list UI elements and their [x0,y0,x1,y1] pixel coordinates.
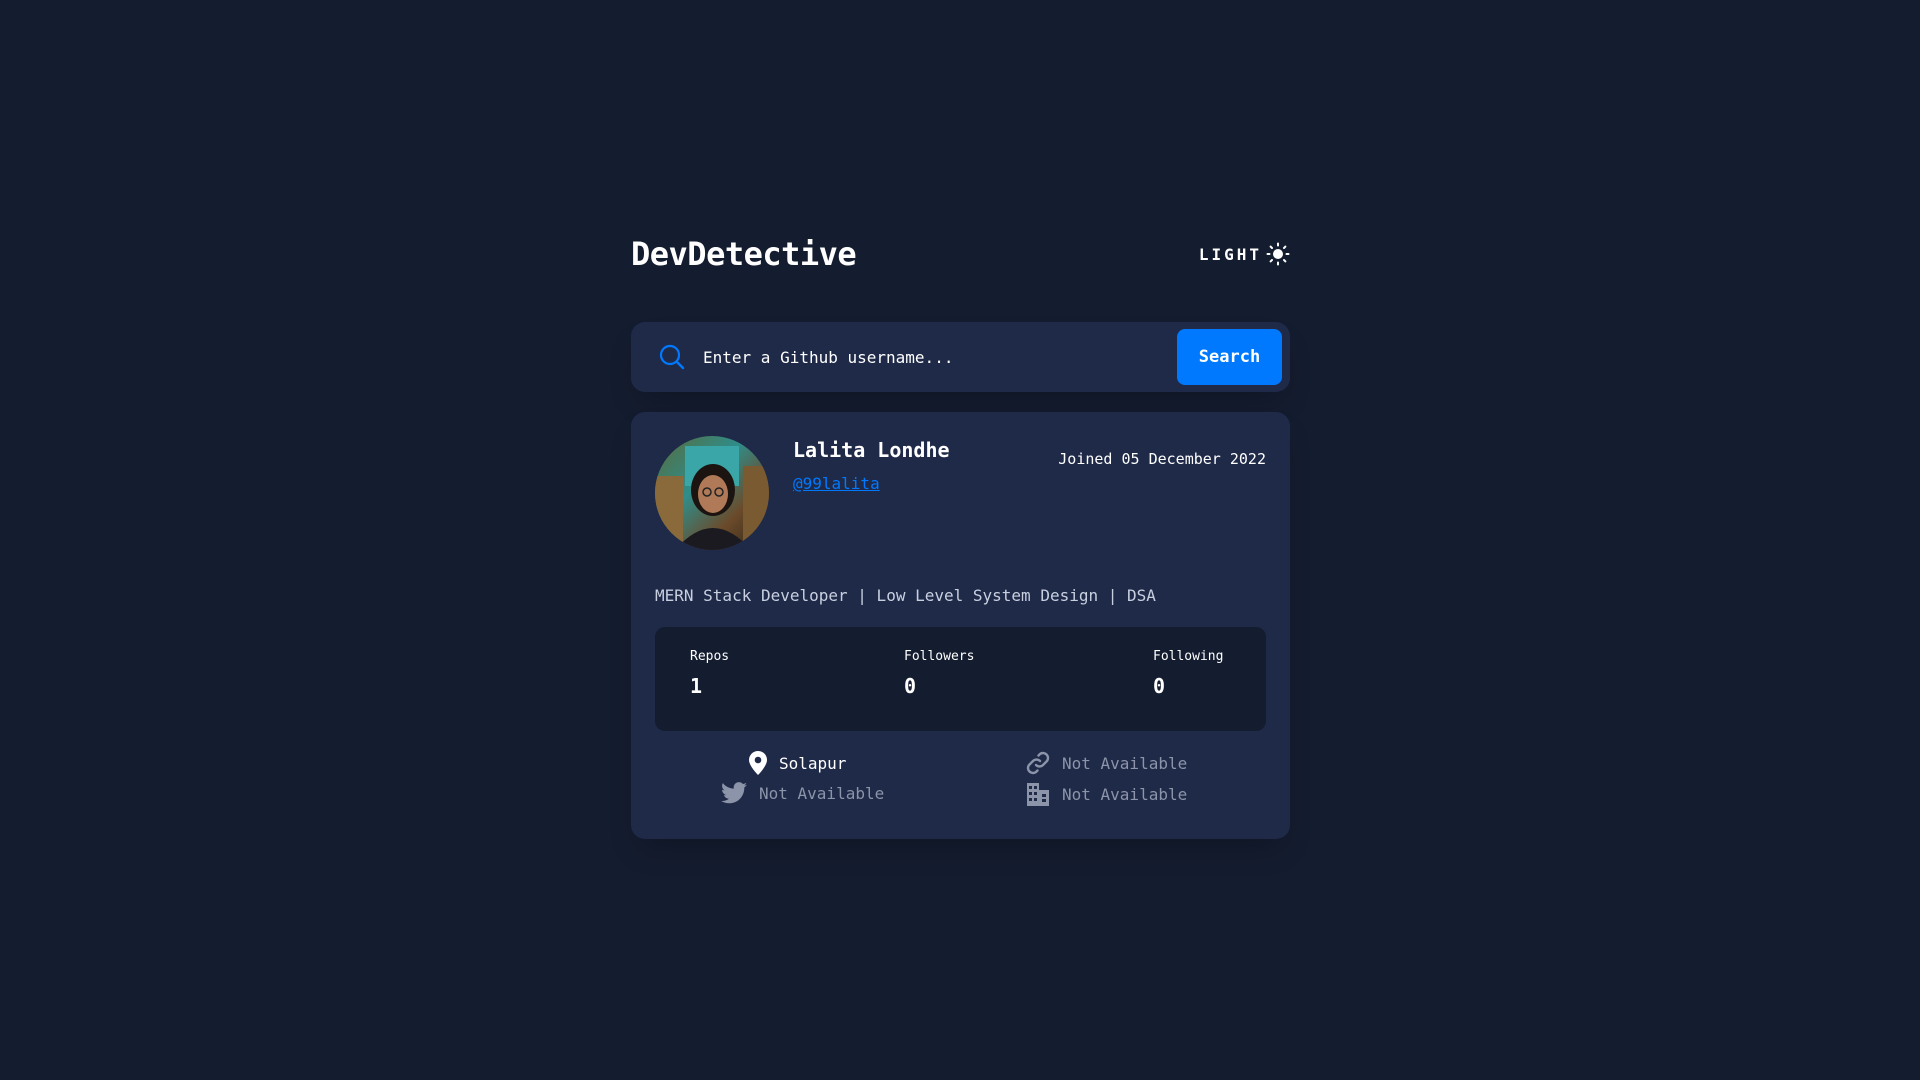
profile-header: Lalita Londhe @99lalita Joined 05 Decemb… [655,436,1266,550]
search-icon [659,344,685,370]
twitter-text: Not Available [759,783,885,803]
location-text: Solapur [779,753,847,773]
profile-links: Solapur Not Available Not Available Not … [655,751,1266,813]
profile-card: Lalita Londhe @99lalita Joined 05 Decemb… [631,412,1290,839]
stat-repos: Repos 1 [690,649,729,698]
search-button[interactable]: Search [1177,329,1282,385]
stat-label: Followers [904,649,975,664]
twitter-icon [721,782,747,804]
app-title: DevDetective [631,235,857,273]
stat-label: Following [1153,649,1224,664]
company-item: Not Available [1026,782,1187,806]
stat-label: Repos [690,649,730,664]
stat-following: Following 0 [1153,649,1223,698]
twitter-item[interactable]: Not Available [721,782,884,804]
stats-panel: Repos 1 Followers 0 Following 0 [655,627,1266,731]
company-text: Not Available [1062,784,1188,804]
header: DevDetective LIGHT [631,230,1290,278]
stat-followers: Followers 0 [904,649,974,698]
avatar [655,436,769,550]
search-input[interactable] [701,346,1177,368]
joined-date: Joined 05 December 2022 [1058,450,1266,468]
search-bar: Search [631,322,1290,392]
sun-icon [1266,242,1290,266]
app-container: DevDetective LIGHT Enter a Github userna… [631,230,1290,839]
user-name: Lalita Londhe [793,438,950,462]
link-icon [1026,751,1050,775]
location-item: Solapur [749,751,846,775]
user-handle-link[interactable]: @99lalita [793,474,880,493]
name-block: Lalita Londhe @99lalita [793,438,950,550]
building-icon [1026,782,1050,806]
website-text: Not Available [1062,753,1188,773]
location-pin-icon [749,751,767,775]
stat-value: 1 [690,674,703,698]
theme-toggle[interactable]: LIGHT [1199,242,1290,266]
website-item[interactable]: Not Available [1026,751,1187,775]
stat-value: 0 [1153,674,1166,698]
user-bio: MERN Stack Developer | Low Level System … [655,586,1156,605]
stat-value: 0 [904,674,917,698]
theme-toggle-label: LIGHT [1198,244,1262,264]
